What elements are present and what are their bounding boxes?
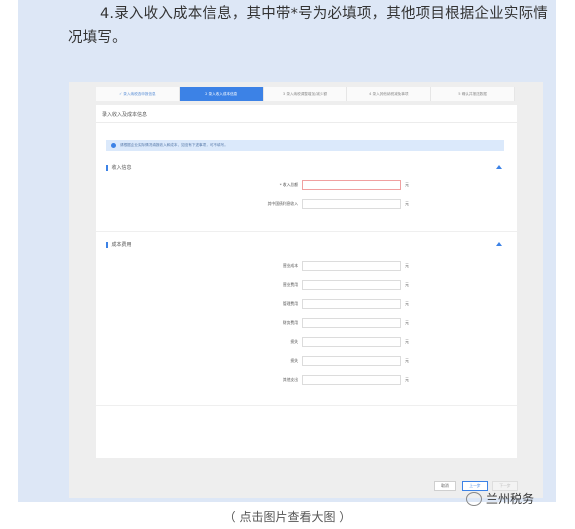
cost-section-title: 成本费用	[111, 242, 132, 248]
field-label: 损失	[290, 339, 298, 344]
brand-name: 兰州税务	[486, 492, 535, 506]
form-card: 录入收入及成本信息 请根据企业实际情况填报收入和成本，如没有下述事项，可不填写。…	[96, 105, 517, 458]
section-marker	[106, 241, 108, 248]
wizard-step-2: 2 录入收入成本信息	[179, 87, 264, 101]
intro-paragraph: 4.录入收入成本信息，其中带*号为必填项，其他项目根据企业实际情况填写。	[68, 2, 558, 50]
cost-row-operating-cost: 营业成本 元	[96, 261, 517, 272]
field-label: 管理费用	[282, 301, 298, 306]
wizard-step-5: 5 确认并报送数据	[431, 87, 515, 101]
unit-label: 元	[405, 301, 409, 306]
cost-section-header: 成本费用	[106, 241, 132, 248]
unit-label: 元	[405, 263, 409, 268]
wizard-steps: ✓ 录入纳税选申报信息 2 录入收入成本信息 3 录入纳税调整增加/减少额 4 …	[96, 87, 515, 101]
unit-label: 元	[405, 320, 409, 325]
field-label: 损失	[290, 358, 298, 363]
bond-interest-input[interactable]	[302, 199, 401, 209]
brand-logo: 兰州税务	[466, 490, 534, 507]
other-expense-input[interactable]	[302, 375, 401, 385]
notice-text: 请根据企业实际情况填报收入和成本，如没有下述事项，可不填写。	[120, 143, 228, 147]
income-total-row: * 收入总额 元	[96, 180, 517, 191]
loss-input-1[interactable]	[302, 337, 401, 347]
field-label: 营业费用	[282, 282, 298, 287]
info-icon	[111, 143, 116, 148]
cost-row-loss-2: 损失 元	[96, 356, 517, 367]
field-label: 财务费用	[282, 320, 298, 325]
unit-label: 元	[405, 377, 409, 382]
field-label: 营业成本	[282, 263, 298, 268]
unit-label: 元	[405, 282, 409, 287]
wechat-icon	[466, 491, 482, 506]
unit-label: 元	[405, 358, 409, 363]
section-divider	[96, 231, 517, 232]
unit-label: 元	[405, 182, 409, 187]
operating-cost-input[interactable]	[302, 261, 401, 271]
wizard-step-4: 4 录入其他纳税减免事项	[347, 87, 432, 101]
income-section-title: 收入信息	[111, 165, 132, 171]
finance-expense-input[interactable]	[302, 318, 401, 328]
cost-row-finance-expense: 财务费用 元	[96, 318, 517, 329]
loss-input-2[interactable]	[302, 356, 401, 366]
wizard-step-1: ✓ 录入纳税选申报信息	[96, 87, 180, 101]
unit-label: 元	[405, 201, 409, 206]
section-marker	[106, 164, 108, 171]
card-title: 录入收入及成本信息	[102, 112, 148, 118]
screenshot-image[interactable]: ✓ 录入纳税选申报信息 2 录入收入成本信息 3 录入纳税调整增加/减少额 4 …	[69, 82, 543, 498]
operating-expense-input[interactable]	[302, 280, 401, 290]
collapse-cost-icon[interactable]	[496, 242, 502, 246]
intro-text: 4.录入收入成本信息，其中带*号为必填项，其他项目根据企业实际情况填写。	[68, 6, 548, 46]
admin-expense-input[interactable]	[302, 299, 401, 309]
title-divider	[96, 122, 517, 123]
cancel-button[interactable]: 取消	[434, 481, 456, 491]
income-section-header: 收入信息	[106, 164, 132, 171]
cost-row-loss-1: 损失 元	[96, 337, 517, 348]
field-label: 其中国债利息收入	[267, 201, 298, 206]
field-label: 其他支出	[282, 377, 298, 382]
image-caption: （ 点击图片查看大图 ）	[223, 510, 352, 524]
notice-banner: 请根据企业实际情况填报收入和成本，如没有下述事项，可不填写。	[106, 140, 504, 151]
wizard-step-3: 3 录入纳税调整增加/减少额	[263, 87, 348, 101]
article-panel: 4.录入收入成本信息，其中带*号为必填项，其他项目根据企业实际情况填写。 ✓ 录…	[18, 0, 556, 502]
cost-row-admin-expense: 管理费用 元	[96, 299, 517, 310]
section-divider	[96, 405, 517, 406]
unit-label: 元	[405, 339, 409, 344]
field-label: * 收入总额	[279, 182, 298, 187]
bond-interest-row: 其中国债利息收入 元	[96, 199, 517, 210]
income-total-input[interactable]	[302, 180, 401, 190]
collapse-income-icon[interactable]	[496, 165, 502, 169]
cost-row-operating-expense: 营业费用 元	[96, 280, 517, 291]
cost-row-other-expense: 其他支出 元	[96, 375, 517, 386]
